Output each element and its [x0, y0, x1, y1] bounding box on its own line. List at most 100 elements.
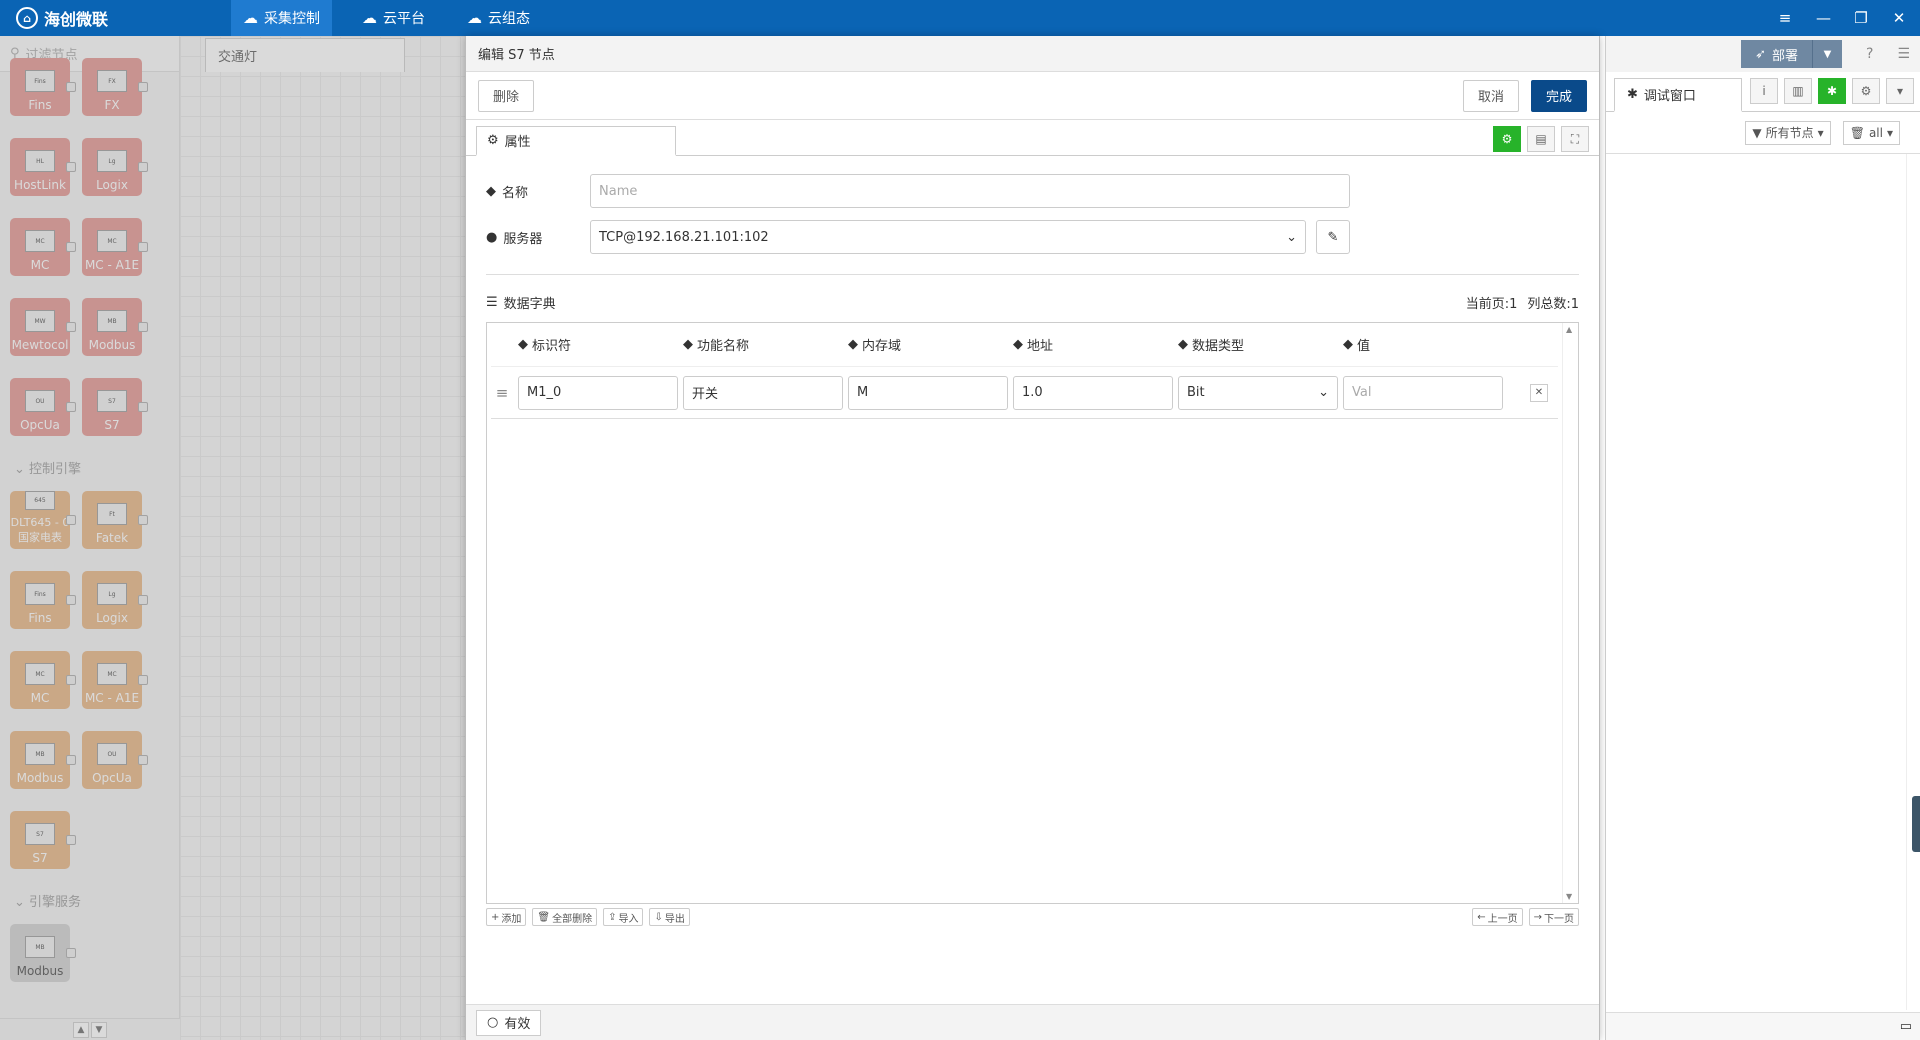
circle-icon: ○ [487, 1015, 499, 1030]
gear-icon[interactable]: ⚙ [1852, 78, 1880, 104]
app-logo: ⌂ 海创微联 [16, 6, 231, 30]
memory-area-input[interactable]: M [848, 375, 1008, 410]
delete-button[interactable]: 删除 [478, 79, 535, 112]
table-footer: + 添加 🗑 全部删除 ⇪ 导入 ⇩ 导出 ← 上一页 → 下一页 [486, 908, 1579, 926]
tag-icon: ◆ [848, 337, 858, 352]
close-icon[interactable]: ✕ [1892, 9, 1906, 27]
divider [486, 274, 1579, 275]
nav-item-cloud[interactable]: ☁ 云平台 [350, 0, 437, 36]
node-filter-select[interactable]: ▼ 所有节点 ▾ [1745, 120, 1831, 145]
name-label: ◆ 名称 [486, 183, 529, 201]
pencil-icon: ✎ [1327, 229, 1339, 245]
column-header: ◆ 数据类型 [1178, 337, 1245, 354]
name-input[interactable]: Name [590, 174, 1350, 208]
scroll-down-icon[interactable]: ▼ [1566, 892, 1572, 901]
globe-icon: ● [486, 229, 498, 245]
done-button[interactable]: 完成 [1530, 79, 1587, 112]
arrow-left-icon: ← [1477, 911, 1486, 923]
logo-icon: ⌂ [16, 7, 38, 29]
side-handle[interactable] [1912, 796, 1920, 852]
tag-icon: ◆ [1013, 337, 1023, 352]
server-label: ● 服务器 [486, 229, 543, 247]
appearance-icon[interactable]: ⛶ [1561, 126, 1589, 152]
bug-icon[interactable]: ✱ [1818, 78, 1846, 104]
editor-footer: ○ 有效 [466, 1004, 1599, 1040]
deploy-control: ➶ 部署 ▼ [1741, 40, 1842, 68]
server-select[interactable]: TCP@192.168.21.101:102 ⌄ [590, 220, 1306, 254]
description-icon[interactable]: ▤ [1527, 126, 1555, 152]
editor-tabs: ⚙ 属性 ⚙ ▤ ⛶ [466, 120, 1599, 156]
column-header: ◆ 地址 [1013, 337, 1054, 354]
cancel-button[interactable]: 取消 [1462, 79, 1519, 112]
export-button[interactable]: ⇩ 导出 [649, 908, 690, 926]
tag-icon: ◆ [1178, 337, 1188, 352]
settings-gear-icon[interactable]: ⚙ [1493, 126, 1521, 152]
book-icon[interactable]: ▥ [1784, 78, 1812, 104]
sidebar-tabs: ✱ 调试窗口 i ▥ ✱ ⚙ ▾ [1606, 72, 1920, 112]
remove-row-button[interactable]: ✕ [1530, 383, 1548, 402]
table-header: ◆ 标识符 ◆ 功能名称 ◆ 内存域 ◆ 地址 ◆ 数据类型 ◆ 值 [491, 323, 1558, 367]
table-scrollbar[interactable]: ▲ ▼ [1562, 323, 1578, 903]
address-input[interactable]: 1.0 [1013, 375, 1173, 410]
cloud-icon: ☁ [243, 9, 258, 27]
data-type-select[interactable]: Bit ⌄ [1178, 375, 1338, 410]
tab-properties[interactable]: ⚙ 属性 [476, 126, 676, 156]
editor-tray: 编辑 S7 节点 删除 取消 完成 ⚙ 属性 ⚙ ▤ ⛶ ◆ 名称 Name ● 服… [465, 36, 1600, 1040]
enabled-toggle[interactable]: ○ 有效 [476, 1009, 542, 1036]
tab-debug[interactable]: ✱ 调试窗口 [1614, 78, 1742, 112]
tag-icon: ◆ [683, 337, 693, 352]
table-row: ≡ M1_0 开关 M 1.0 Bit ⌄ Val ✕ [491, 367, 1558, 419]
add-button[interactable]: + 添加 [486, 908, 527, 926]
debug-filters: ▼ 所有节点 ▾ 🗑 all ▾ [1606, 112, 1920, 154]
scroll-up-icon[interactable]: ▲ [1566, 325, 1572, 334]
rocket-icon: ➶ [1755, 46, 1766, 62]
right-sidebar: ➶ 部署 ▼ ? ☰ ✱ 调试窗口 i ▥ ✱ ⚙ ▾ ▼ 所有节点 ▾ 🗑 all ▾ … [1605, 36, 1920, 1040]
trash-icon: 🗑 [1849, 125, 1865, 140]
list-icon: ☰ [486, 295, 498, 310]
tag-icon: ◆ [518, 337, 528, 352]
monitor-icon[interactable]: ▭ [1900, 1019, 1912, 1034]
value-input[interactable]: Val [1343, 375, 1503, 410]
help-icon[interactable]: ? [1866, 46, 1873, 62]
top-nav: ☁ 采集控制 ☁ 云平台 ☁ 云组态 [231, 0, 560, 36]
trash-icon: 🗑 [537, 911, 551, 923]
minimize-icon[interactable]: — [1816, 9, 1831, 27]
next-page-button[interactable]: → 下一页 [1528, 908, 1579, 926]
data-dictionary-title: ☰ 数据字典 [486, 295, 556, 312]
sidebar-header: ➶ 部署 ▼ ? ☰ [1606, 36, 1920, 72]
window-controls: ≡ — ❐ ✕ [1778, 0, 1906, 36]
sidebar-scrollbar[interactable] [1906, 154, 1920, 1010]
tag-icon: ◆ [486, 183, 496, 199]
deploy-menu-button[interactable]: ▼ [1812, 40, 1842, 68]
upload-icon: ⇪ [608, 911, 617, 923]
info-icon[interactable]: i [1750, 78, 1778, 104]
edit-server-button[interactable]: ✎ [1316, 220, 1350, 254]
download-icon: ⇩ [654, 911, 663, 923]
drag-handle-icon[interactable]: ≡ [491, 384, 513, 402]
menu-icon[interactable]: ☰ [1897, 46, 1910, 62]
tag-icon: ◆ [1343, 337, 1353, 352]
column-header: ◆ 标识符 [518, 337, 572, 354]
chevron-down-icon: ⌄ [1286, 229, 1297, 245]
chevron-down-icon[interactable]: ▾ [1886, 78, 1914, 104]
column-header: ◆ 功能名称 [683, 337, 750, 354]
column-header: ◆ 值 [1343, 337, 1371, 354]
prev-page-button[interactable]: ← 上一页 [1472, 908, 1523, 926]
page-status: 当前页:1 列总数:1 [1465, 297, 1579, 312]
nav-item-collect[interactable]: ☁ 采集控制 [231, 0, 332, 36]
menu-icon[interactable]: ≡ [1778, 9, 1792, 27]
nav-item-config[interactable]: ☁ 云组态 [455, 0, 542, 36]
deploy-button[interactable]: ➶ 部署 [1741, 40, 1812, 68]
column-header: ◆ 内存域 [848, 337, 902, 354]
delete-all-button[interactable]: 🗑 全部删除 [532, 908, 598, 926]
editor-toolbar: 删除 取消 完成 [466, 72, 1599, 120]
import-button[interactable]: ⇪ 导入 [603, 908, 644, 926]
modal-shade [0, 36, 465, 1040]
plus-icon: + [491, 911, 500, 923]
editor-title: 编辑 S7 节点 [466, 36, 1599, 72]
identifier-input[interactable]: M1_0 [518, 375, 678, 410]
maximize-icon[interactable]: ❐ [1854, 9, 1868, 27]
clear-select[interactable]: 🗑 all ▾ [1842, 120, 1900, 145]
function-name-input[interactable]: 开关 [683, 375, 843, 410]
sidebar-footer: ▭ [1606, 1012, 1920, 1040]
